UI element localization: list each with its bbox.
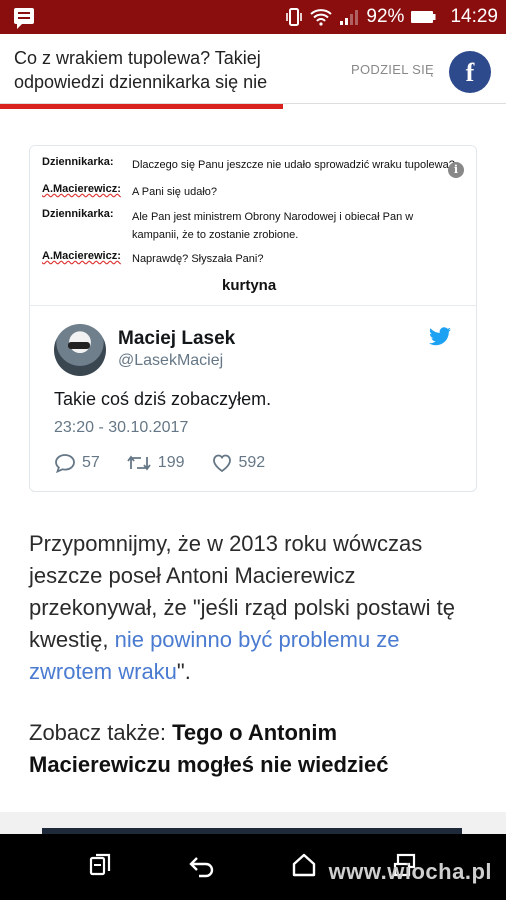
reading-progress-bar [0, 104, 284, 109]
tweet-timestamp[interactable]: 23:20 - 30.10.2017 [54, 419, 188, 437]
dialog-speaker: Dziennikarka: [42, 208, 114, 220]
info-icon[interactable]: i [448, 162, 464, 178]
dialog-speaker: A.Macierewicz: [42, 183, 121, 195]
watermark: www.wiocha.pl [328, 859, 492, 884]
battery-percent: 92% [366, 6, 405, 27]
dialog-text: Ale Pan jest ministrem Obrony Narodowej … [132, 211, 414, 241]
article-paragraph: Przypomnijmy, że w 2013 roku wówczas jes… [29, 528, 479, 688]
dialog-speaker: Dziennikarka: [42, 156, 114, 168]
home-icon[interactable] [291, 852, 317, 878]
retweet-button[interactable]: 199 [126, 453, 185, 473]
heart-icon [212, 454, 231, 473]
tweet-author-name[interactable]: Maciej Lasek [118, 328, 235, 350]
tweet-author-handle[interactable]: @LasekMaciej [118, 352, 223, 370]
recent-apps-icon[interactable] [88, 852, 114, 878]
vibrate-icon [286, 8, 303, 26]
paragraph-text-end: ". [176, 659, 191, 684]
facebook-share-button[interactable]: f [449, 51, 491, 93]
reply-count: 57 [82, 454, 100, 471]
battery-icon [411, 11, 436, 23]
clock: 14:29 [450, 6, 498, 27]
article-header: Co z wrakiem tupolewa? Takiej odpowiedzi… [0, 34, 506, 104]
like-button[interactable]: 592 [211, 453, 266, 473]
see-also: Zobacz także: Tego o Antonim Macierewicz… [29, 717, 479, 781]
tweet-text: Takie coś dziś zobaczyłem. [54, 389, 272, 409]
tweet-image[interactable]: Dziennikarka: Dlaczego się Panu jeszcze … [30, 146, 476, 306]
status-bar: 92% 14:29 [0, 0, 506, 34]
article-title: Co z wrakiem tupolewa? Takiej odpowiedzi… [14, 48, 268, 92]
signal-icon [340, 10, 359, 25]
dialog-text: Naprawdę? Słyszała Pani? [132, 253, 264, 265]
reply-button[interactable]: 57 [54, 453, 100, 473]
reply-icon [55, 454, 75, 473]
retweet-icon [127, 455, 151, 471]
share-label[interactable]: PODZIEL SIĘ [351, 62, 434, 77]
status-bar-right: 92% 14:29 [284, 0, 498, 34]
message-icon [14, 8, 34, 29]
embedded-tweet[interactable]: Dziennikarka: Dlaczego się Panu jeszcze … [29, 145, 477, 492]
back-icon[interactable] [188, 852, 216, 878]
tweet-actions: 57 199 592 [54, 452, 291, 474]
twitter-bird-icon[interactable] [428, 327, 452, 347]
dialog-text: A Pani się udało? [132, 186, 218, 198]
dialog-punchline: kurtyna [222, 277, 277, 294]
avatar[interactable] [54, 324, 106, 376]
see-also-label: Zobacz także: [29, 720, 173, 745]
wifi-icon [310, 9, 333, 26]
dialog-speaker: A.Macierewicz: [42, 250, 121, 262]
dialog-text: Dlaczego się Panu jeszcze nie udało spro… [132, 159, 455, 171]
like-count: 592 [238, 454, 266, 471]
retweet-count: 199 [157, 454, 185, 471]
